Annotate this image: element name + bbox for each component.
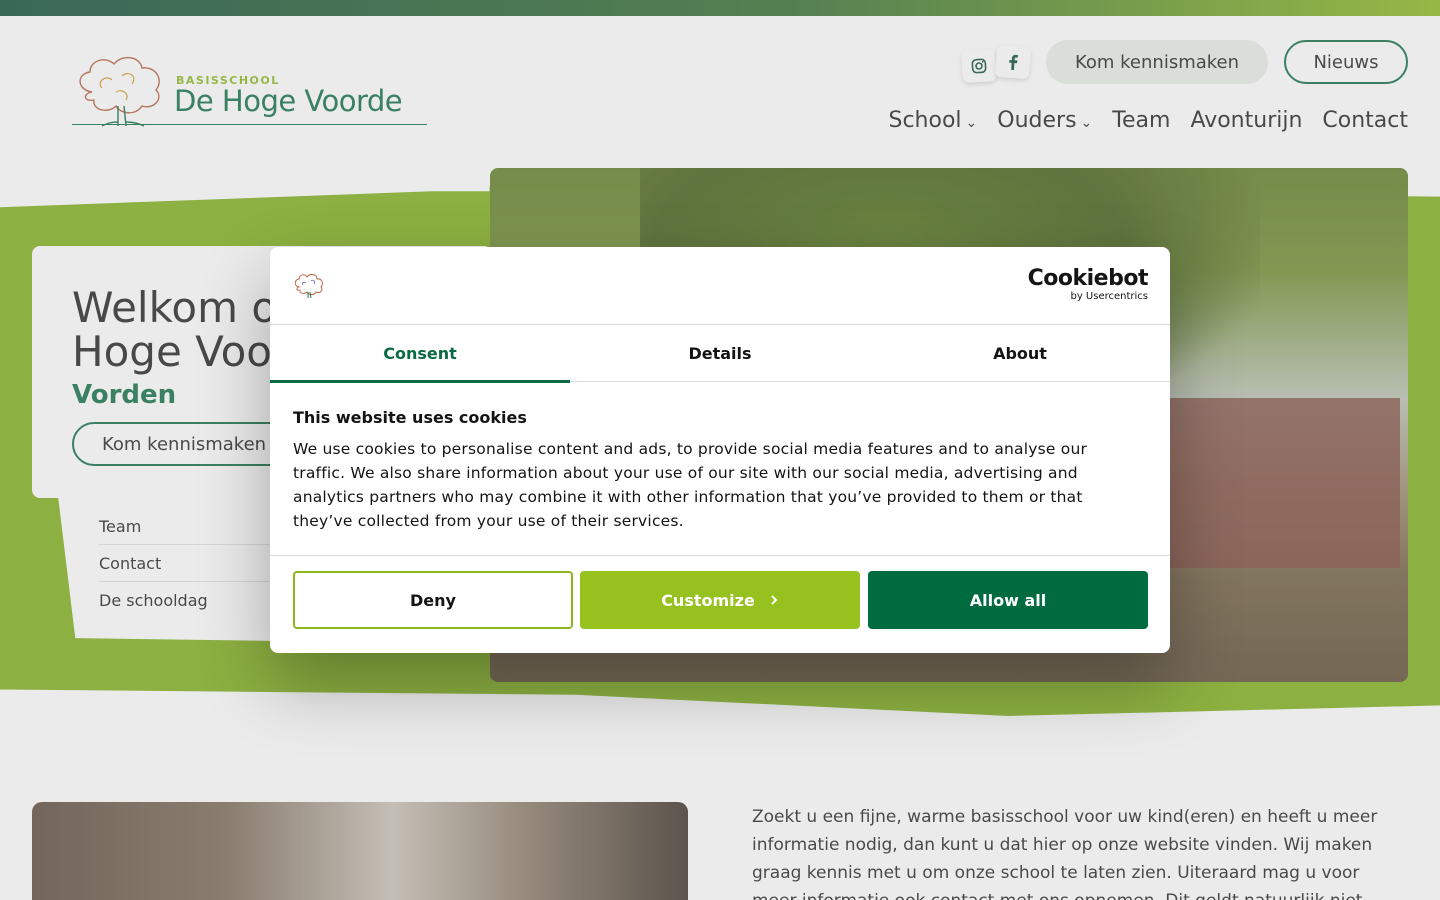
school-logo-icon <box>294 274 323 299</box>
chevron-right-icon <box>771 595 778 605</box>
deny-button[interactable]: Deny <box>293 571 573 629</box>
cookiebot-byline: by Usercentrics <box>1070 291 1148 302</box>
dialog-header: Cookiebot by Usercentrics <box>270 247 1170 325</box>
customize-button[interactable]: Customize <box>580 571 860 629</box>
tab-about[interactable]: About <box>870 325 1170 382</box>
dialog-divider <box>270 555 1170 556</box>
tab-details[interactable]: Details <box>570 325 870 382</box>
dialog-body: We use cookies to personalise content an… <box>293 440 1088 530</box>
cookie-consent-dialog: Cookiebot by Usercentrics Consent Detail… <box>270 247 1170 653</box>
cookiebot-brand[interactable]: Cookiebot by Usercentrics <box>1027 266 1149 303</box>
tab-consent[interactable]: Consent <box>270 325 570 383</box>
dialog-tabs: Consent Details About <box>270 325 1170 383</box>
allow-all-button[interactable]: Allow all <box>868 571 1148 629</box>
customize-label: Customize <box>661 590 755 610</box>
cookiebot-name: Cookiebot <box>1027 266 1149 291</box>
dialog-title: This website uses cookies <box>293 408 527 427</box>
